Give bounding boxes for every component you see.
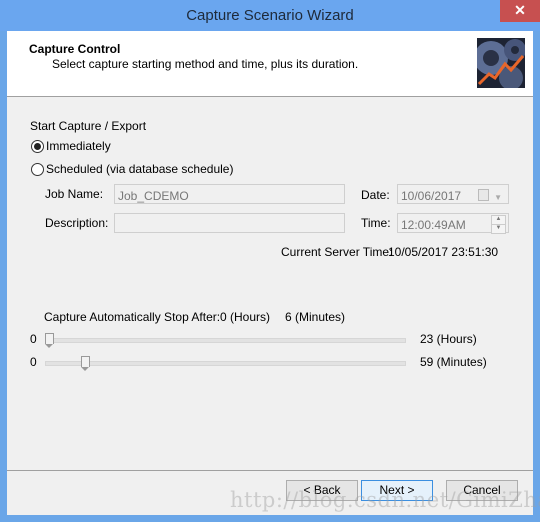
wizard-client-area: Capture Control Select capture starting … (7, 31, 533, 515)
footer-divider (7, 470, 533, 471)
job-name-label: Job Name: (45, 187, 104, 201)
date-label: Date: (361, 188, 390, 202)
spin-down-icon[interactable]: ▼ (491, 224, 506, 234)
minutes-slider-thumb[interactable] (80, 356, 90, 371)
server-time-value: 10/05/2017 23:51:30 (388, 245, 499, 259)
immediately-label[interactable]: Immediately (46, 139, 111, 153)
auto-stop-minutes: 6 (Minutes) (285, 310, 346, 324)
date-value: 10/06/2017 (401, 189, 462, 203)
minutes-slider-min-label: 0 (30, 355, 37, 369)
hours-slider-thumb[interactable] (45, 333, 54, 348)
scheduled-label[interactable]: Scheduled (via database schedule) (46, 162, 233, 176)
minutes-slider-track[interactable] (45, 361, 406, 366)
page-subtitle: Select capture starting method and time,… (52, 57, 359, 71)
hours-slider-min-label: 0 (30, 332, 37, 346)
immediately-radio[interactable] (31, 140, 44, 153)
auto-stop-hours: 0 (Hours) (220, 310, 271, 324)
description-label: Description: (45, 216, 109, 230)
server-time-label: Current Server Time: (281, 245, 393, 259)
window-title: Capture Scenario Wizard (186, 7, 354, 24)
wizard-header: Capture Control Select capture starting … (7, 31, 533, 97)
calendar-icon[interactable] (478, 189, 489, 201)
time-value: 12:00:49AM (401, 218, 466, 232)
auto-stop-label: Capture Automatically Stop After: (44, 310, 221, 324)
close-button[interactable]: ✕ (500, 0, 540, 22)
job-name-input[interactable]: Job_CDEMO (114, 184, 345, 204)
hours-slider-max-label: 23 (Hours) (420, 332, 477, 346)
scheduled-radio[interactable] (31, 163, 44, 176)
time-label: Time: (361, 216, 391, 230)
hours-slider-track[interactable] (45, 338, 406, 343)
gears-chart-icon (477, 38, 525, 88)
date-picker[interactable]: 10/06/2017 ▼ (397, 184, 509, 204)
page-title: Capture Control (29, 42, 121, 56)
dropdown-arrow-icon[interactable]: ▼ (494, 188, 502, 208)
start-capture-group-label: Start Capture / Export (30, 119, 147, 133)
job-name-value: Job_CDEMO (118, 189, 189, 203)
time-picker[interactable]: 12:00:49AM ▲ ▼ (397, 213, 509, 234)
close-icon: ✕ (514, 2, 526, 18)
description-input[interactable] (114, 213, 345, 233)
minutes-slider-max-label: 59 (Minutes) (420, 355, 487, 369)
watermark-text: http://blog.csdn.net/GimiZhang (230, 488, 540, 512)
title-bar: Capture Scenario Wizard ✕ (0, 0, 540, 31)
